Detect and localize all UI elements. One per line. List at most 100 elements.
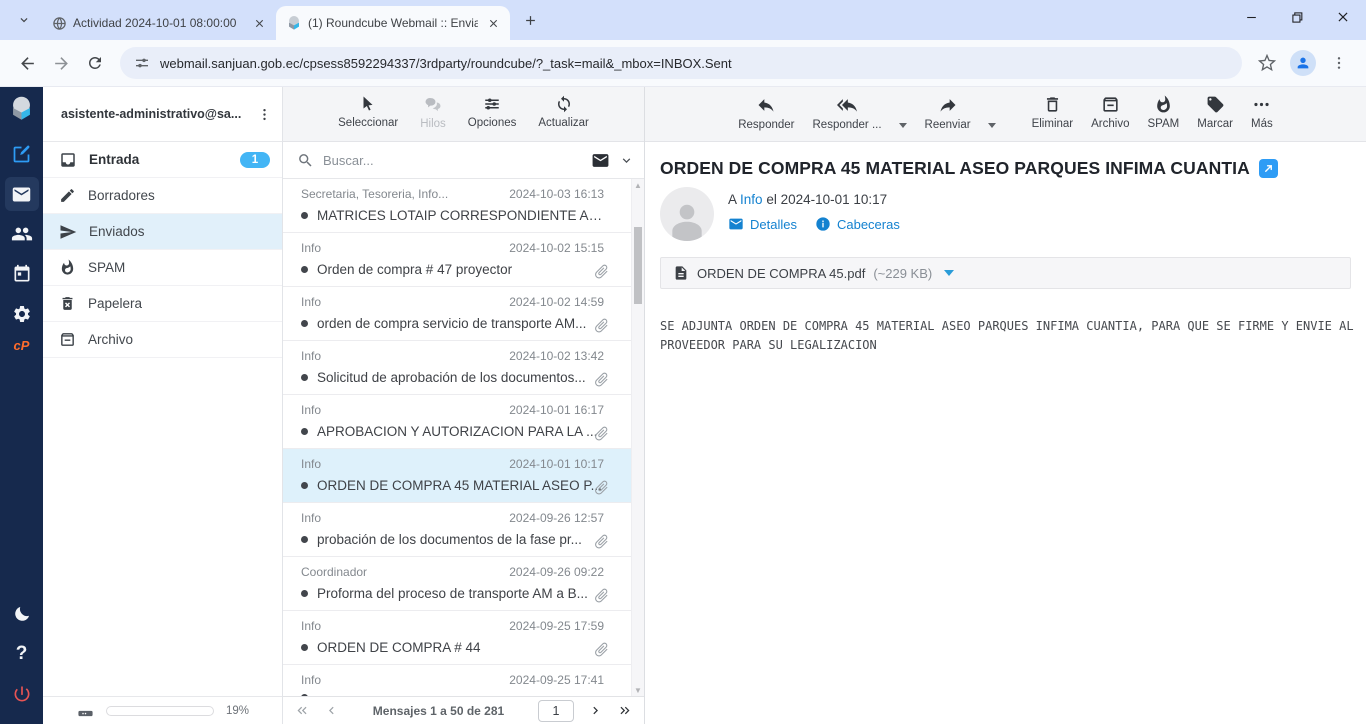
- unread-dot[interactable]: [301, 482, 308, 489]
- delete-button[interactable]: Eliminar: [1030, 95, 1076, 130]
- more-button[interactable]: Más: [1249, 95, 1275, 130]
- message-row[interactable]: Secretaria, Tesoreria, Info... 2024-10-0…: [283, 179, 644, 233]
- help-button[interactable]: ?: [5, 637, 39, 671]
- tab-search-button[interactable]: [10, 6, 38, 34]
- folder-sent[interactable]: Enviados: [43, 214, 282, 250]
- folder-spam[interactable]: SPAM: [43, 250, 282, 286]
- recipient-line: A Info el 2024-10-01 10:17: [728, 192, 900, 207]
- unread-dot[interactable]: [301, 374, 308, 381]
- message-row[interactable]: Info 2024-10-02 14:59 orden de compra se…: [283, 287, 644, 341]
- unread-dot[interactable]: [301, 536, 308, 543]
- browser-tab-roundcube[interactable]: (1) Roundcube Webmail :: Envia: [276, 6, 510, 40]
- bookmark-star-icon[interactable]: [1250, 46, 1284, 80]
- scroll-down-icon[interactable]: ▼: [632, 684, 644, 696]
- details-button[interactable]: Detalles: [728, 216, 797, 232]
- select-button[interactable]: Seleccionar: [336, 95, 400, 129]
- folder-inbox[interactable]: Entrada 1: [43, 142, 282, 178]
- search-scope-mail-icon[interactable]: [591, 151, 610, 170]
- unread-dot[interactable]: [301, 428, 308, 435]
- settings-nav-button[interactable]: [5, 297, 39, 331]
- message-meta: Info 2024-09-25 17:41: [301, 673, 604, 687]
- power-icon: [12, 684, 32, 704]
- folder-drafts[interactable]: Borradores: [43, 178, 282, 214]
- unread-dot[interactable]: [301, 694, 308, 696]
- dark-mode-button[interactable]: [5, 597, 39, 631]
- logout-button[interactable]: [5, 677, 39, 711]
- folder-archive[interactable]: Archivo: [43, 322, 282, 358]
- calendar-nav-button[interactable]: [5, 257, 39, 291]
- unread-dot[interactable]: [301, 644, 308, 651]
- message-from: Info: [301, 457, 321, 471]
- message-rows: Secretaria, Tesoreria, Info... 2024-10-0…: [283, 179, 644, 696]
- unread-dot[interactable]: [301, 266, 308, 273]
- first-page-button[interactable]: [295, 703, 310, 718]
- message-row[interactable]: Coordinador 2024-09-26 09:22 Proforma de…: [283, 557, 644, 611]
- message-row[interactable]: Info 2024-09-26 12:57 probación de los d…: [283, 503, 644, 557]
- message-row[interactable]: Info 2024-10-01 10:17 ORDEN DE COMPRA 45…: [283, 449, 644, 503]
- scrollbar-thumb[interactable]: [634, 227, 642, 304]
- reload-button[interactable]: [78, 46, 112, 80]
- search-input[interactable]: [323, 153, 582, 168]
- refresh-button[interactable]: Actualizar: [536, 95, 591, 129]
- profile-avatar[interactable]: [1290, 50, 1316, 76]
- last-page-button[interactable]: [617, 703, 632, 718]
- archive-icon: [59, 331, 76, 348]
- address-bar[interactable]: webmail.sanjuan.gob.ec/cpsess8592294337/…: [120, 47, 1242, 79]
- attachment-name[interactable]: ORDEN DE COMPRA 45.pdf: [697, 266, 865, 281]
- options-button[interactable]: Opciones: [466, 95, 519, 129]
- webmail-app: cP ? asistente-administrativo@sa... Entr…: [0, 86, 1366, 724]
- restore-button[interactable]: [1274, 0, 1320, 34]
- unread-dot[interactable]: [301, 212, 308, 219]
- archive-button[interactable]: Archivo: [1089, 95, 1131, 130]
- prev-page-button[interactable]: [324, 703, 339, 718]
- mark-button[interactable]: Marcar: [1195, 95, 1235, 130]
- minimize-button[interactable]: [1228, 0, 1274, 34]
- message-row[interactable]: Info 2024-09-25 17:59 ORDEN DE COMPRA # …: [283, 611, 644, 665]
- subject-row: ORDEN DE COMPRA 45 MATERIAL ASEO PARQUES…: [660, 158, 1351, 179]
- open-in-new-window-button[interactable]: [1259, 159, 1278, 178]
- back-button[interactable]: [10, 46, 44, 80]
- list-scrollbar[interactable]: ▲ ▼: [631, 179, 644, 696]
- scroll-up-icon[interactable]: ▲: [632, 179, 644, 191]
- forward-dropdown-icon[interactable]: [988, 123, 996, 128]
- browser-menu-icon[interactable]: [1322, 46, 1356, 80]
- reply-button[interactable]: Responder: [736, 95, 796, 131]
- forward-icon: [938, 95, 958, 115]
- close-window-button[interactable]: [1320, 0, 1366, 34]
- cpanel-logo[interactable]: cP: [14, 338, 30, 353]
- button-label: Seleccionar: [338, 117, 398, 129]
- next-page-button[interactable]: [588, 703, 603, 718]
- mail-nav-button[interactable]: [5, 177, 39, 211]
- unread-dot[interactable]: [301, 590, 308, 597]
- unread-dot[interactable]: [301, 320, 308, 327]
- close-tab-icon[interactable]: [250, 14, 268, 32]
- reply-all-dropdown-icon[interactable]: [899, 123, 907, 128]
- account-menu-icon[interactable]: [252, 102, 276, 126]
- headers-button[interactable]: Cabeceras: [815, 216, 900, 232]
- search-options-chevron-icon[interactable]: [619, 153, 634, 168]
- browser-tab-activity[interactable]: Actividad 2024-10-01 08:00:00: [42, 6, 276, 40]
- close-tab-icon[interactable]: [484, 14, 502, 32]
- spam-button[interactable]: SPAM: [1145, 95, 1181, 130]
- message-row[interactable]: Info 2024-10-02 13:42 Solicitud de aprob…: [283, 341, 644, 395]
- forward-button[interactable]: Reenviar: [923, 95, 973, 131]
- forward-button[interactable]: [44, 46, 78, 80]
- contacts-nav-button[interactable]: [5, 217, 39, 251]
- message-row[interactable]: Info 2024-09-25 17:41: [283, 665, 644, 696]
- folder-trash[interactable]: Papelera: [43, 286, 282, 322]
- threads-button[interactable]: Hilos: [418, 95, 448, 130]
- folder-list: Entrada 1 Borradores Enviados SPAM Papel…: [43, 142, 282, 696]
- recipient-link[interactable]: Info: [740, 192, 763, 207]
- new-tab-button[interactable]: [516, 6, 544, 34]
- page-number-input[interactable]: [538, 700, 574, 722]
- reply-all-button[interactable]: Responder ...: [811, 95, 884, 131]
- message-subject-line: Proforma del proceso de transporte AM a …: [301, 586, 604, 601]
- site-permissions-icon[interactable]: [134, 55, 150, 71]
- message-row[interactable]: Info 2024-10-02 15:15 Orden de compra # …: [283, 233, 644, 287]
- message-meta: Info 2024-10-02 14:59: [301, 295, 604, 309]
- attachment-dropdown-icon[interactable]: [944, 270, 954, 276]
- message-row[interactable]: Info 2024-10-01 16:17 APROBACION Y AUTOR…: [283, 395, 644, 449]
- message-meta: Info 2024-09-26 12:57: [301, 511, 604, 525]
- attachment-bar[interactable]: ORDEN DE COMPRA 45.pdf (~229 KB): [660, 257, 1351, 289]
- compose-button[interactable]: [5, 137, 39, 171]
